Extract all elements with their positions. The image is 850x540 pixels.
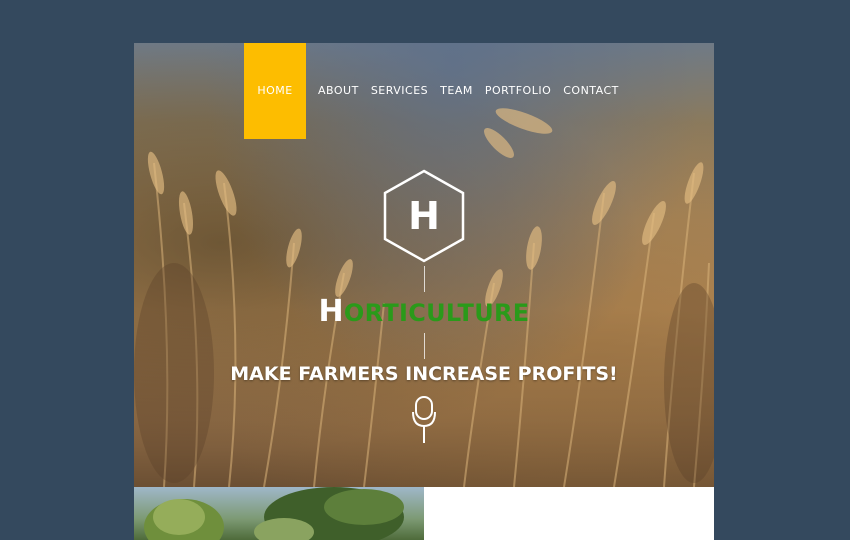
site-title-initial: H (318, 294, 344, 329)
divider-line (424, 266, 425, 292)
content-panel (424, 487, 714, 540)
nav-item-contact[interactable]: CONTACT (563, 43, 619, 97)
page-frame: HOME ABOUT SERVICES TEAM PORTFOLIO CONTA… (134, 43, 714, 540)
logo-letter: H (408, 194, 440, 238)
site-title-rest: ORTICULTURE (343, 299, 530, 327)
nav-item-home[interactable]: HOME (244, 43, 306, 139)
main-nav: HOME ABOUT SERVICES TEAM PORTFOLIO CONTA… (244, 43, 631, 139)
nav-item-portfolio[interactable]: PORTFOLIO (485, 43, 551, 97)
gallery-image (134, 487, 424, 540)
hero-tagline: MAKE FARMERS INCREASE PROFITS! (230, 363, 618, 385)
microphone-icon[interactable] (412, 396, 436, 444)
site-title: HORTICULTURE (134, 294, 714, 329)
trees-image (144, 487, 404, 540)
nav-item-about[interactable]: ABOUT (318, 43, 359, 97)
hero-section: HOME ABOUT SERVICES TEAM PORTFOLIO CONTA… (134, 43, 714, 487)
divider-line (424, 333, 425, 359)
nav-item-services[interactable]: SERVICES (371, 43, 428, 97)
nav-item-team[interactable]: TEAM (440, 43, 473, 97)
